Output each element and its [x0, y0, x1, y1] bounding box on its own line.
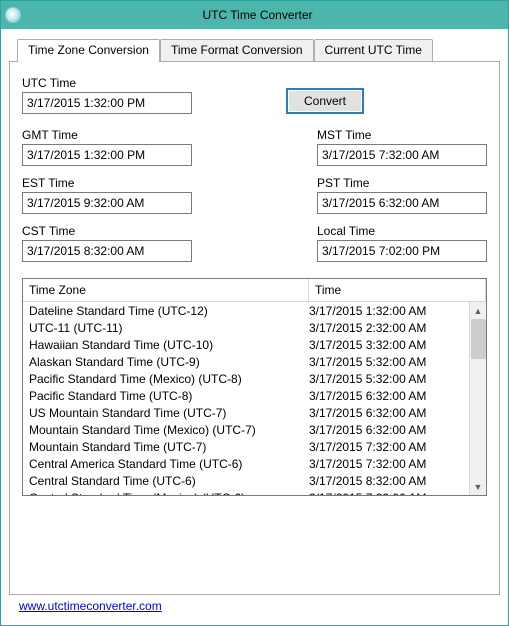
tab-time-format-conversion[interactable]: Time Format Conversion	[160, 39, 314, 61]
cell-timezone: Central Standard Time (Mexico) (UTC-6)	[29, 490, 309, 495]
gmt-field: GMT Time	[22, 128, 247, 166]
table-row[interactable]: Mountain Standard Time (UTC-7)3/17/2015 …	[23, 438, 469, 455]
cell-timezone: Mountain Standard Time (UTC-7)	[29, 439, 309, 455]
cst-field: CST Time	[22, 224, 247, 262]
cell-time: 3/17/2015 5:32:00 AM	[309, 354, 463, 370]
cst-input[interactable]	[22, 240, 192, 262]
local-input[interactable]	[317, 240, 487, 262]
scroll-up-icon[interactable]: ▲	[470, 302, 486, 319]
list-header: Time Zone Time	[23, 279, 486, 302]
table-row[interactable]: UTC-11 (UTC-11)3/17/2015 2:32:00 AM	[23, 319, 469, 336]
list-body[interactable]: Dateline Standard Time (UTC-12)3/17/2015…	[23, 302, 469, 495]
utc-input[interactable]	[22, 92, 192, 114]
table-row[interactable]: Dateline Standard Time (UTC-12)3/17/2015…	[23, 302, 469, 319]
cell-time: 3/17/2015 5:32:00 AM	[309, 371, 463, 387]
col-header-timezone[interactable]: Time Zone	[23, 279, 309, 301]
cell-timezone: Dateline Standard Time (UTC-12)	[29, 303, 309, 319]
cell-timezone: Pacific Standard Time (Mexico) (UTC-8)	[29, 371, 309, 387]
scrollbar[interactable]: ▲ ▼	[469, 302, 486, 495]
est-field: EST Time	[22, 176, 247, 214]
tab-time-zone-conversion[interactable]: Time Zone Conversion	[17, 39, 160, 62]
cell-timezone: Central America Standard Time (UTC-6)	[29, 456, 309, 472]
convert-button[interactable]: Convert	[286, 88, 364, 114]
table-row[interactable]: Mountain Standard Time (Mexico) (UTC-7)3…	[23, 421, 469, 438]
cell-timezone: US Mountain Standard Time (UTC-7)	[29, 405, 309, 421]
cell-time: 3/17/2015 3:32:00 AM	[309, 337, 463, 353]
timezone-list[interactable]: Time Zone Time Dateline Standard Time (U…	[22, 278, 487, 496]
gmt-label: GMT Time	[22, 128, 247, 142]
cst-label: CST Time	[22, 224, 247, 238]
table-row[interactable]: Central Standard Time (UTC-6)3/17/2015 8…	[23, 472, 469, 489]
local-field: Local Time	[317, 224, 487, 262]
cell-timezone: UTC-11 (UTC-11)	[29, 320, 309, 336]
cell-timezone: Alaskan Standard Time (UTC-9)	[29, 354, 309, 370]
utc-field: UTC Time	[22, 76, 252, 114]
client-area: Time Zone Conversion Time Format Convers…	[1, 29, 508, 625]
est-label: EST Time	[22, 176, 247, 190]
app-icon	[5, 7, 21, 23]
table-row[interactable]: Alaskan Standard Time (UTC-9)3/17/2015 5…	[23, 353, 469, 370]
cell-time: 3/17/2015 6:32:00 AM	[309, 388, 463, 404]
cell-time: 3/17/2015 1:32:00 AM	[309, 303, 463, 319]
cell-time: 3/17/2015 7:32:00 AM	[309, 439, 463, 455]
local-label: Local Time	[317, 224, 487, 238]
table-row[interactable]: Central America Standard Time (UTC-6)3/1…	[23, 455, 469, 472]
cell-timezone: Hawaiian Standard Time (UTC-10)	[29, 337, 309, 353]
tabpage-time-zone-conversion: UTC Time Convert GMT Time MST Time EST T…	[9, 61, 500, 595]
cell-timezone: Pacific Standard Time (UTC-8)	[29, 388, 309, 404]
pst-field: PST Time	[317, 176, 487, 214]
cell-time: 3/17/2015 6:32:00 AM	[309, 405, 463, 421]
tab-current-utc-time[interactable]: Current UTC Time	[314, 39, 433, 61]
footer: www.utctimeconverter.com	[9, 595, 500, 619]
col-header-time[interactable]: Time	[309, 279, 486, 301]
utc-label: UTC Time	[22, 76, 252, 90]
est-input[interactable]	[22, 192, 192, 214]
app-window: UTC Time Converter Time Zone Conversion …	[0, 0, 509, 626]
table-row[interactable]: Pacific Standard Time (Mexico) (UTC-8)3/…	[23, 370, 469, 387]
gmt-input[interactable]	[22, 144, 192, 166]
cell-timezone: Mountain Standard Time (Mexico) (UTC-7)	[29, 422, 309, 438]
cell-time: 3/17/2015 6:32:00 AM	[309, 422, 463, 438]
tabstrip: Time Zone Conversion Time Format Convers…	[17, 39, 500, 61]
table-row[interactable]: Hawaiian Standard Time (UTC-10)3/17/2015…	[23, 336, 469, 353]
window-title: UTC Time Converter	[27, 8, 488, 22]
footer-link[interactable]: www.utctimeconverter.com	[19, 599, 162, 613]
pst-label: PST Time	[317, 176, 487, 190]
cell-time: 3/17/2015 8:32:00 AM	[309, 473, 463, 489]
cell-time: 3/17/2015 7:32:00 AM	[309, 490, 463, 495]
table-row[interactable]: US Mountain Standard Time (UTC-7)3/17/20…	[23, 404, 469, 421]
pst-input[interactable]	[317, 192, 487, 214]
scroll-down-icon[interactable]: ▼	[470, 478, 486, 495]
table-row[interactable]: Pacific Standard Time (UTC-8)3/17/2015 6…	[23, 387, 469, 404]
cell-timezone: Central Standard Time (UTC-6)	[29, 473, 309, 489]
mst-label: MST Time	[317, 128, 487, 142]
mst-input[interactable]	[317, 144, 487, 166]
scroll-thumb[interactable]	[471, 319, 486, 359]
cell-time: 3/17/2015 2:32:00 AM	[309, 320, 463, 336]
titlebar[interactable]: UTC Time Converter	[1, 1, 508, 29]
table-row[interactable]: Central Standard Time (Mexico) (UTC-6)3/…	[23, 489, 469, 495]
cell-time: 3/17/2015 7:32:00 AM	[309, 456, 463, 472]
mst-field: MST Time	[317, 128, 487, 166]
